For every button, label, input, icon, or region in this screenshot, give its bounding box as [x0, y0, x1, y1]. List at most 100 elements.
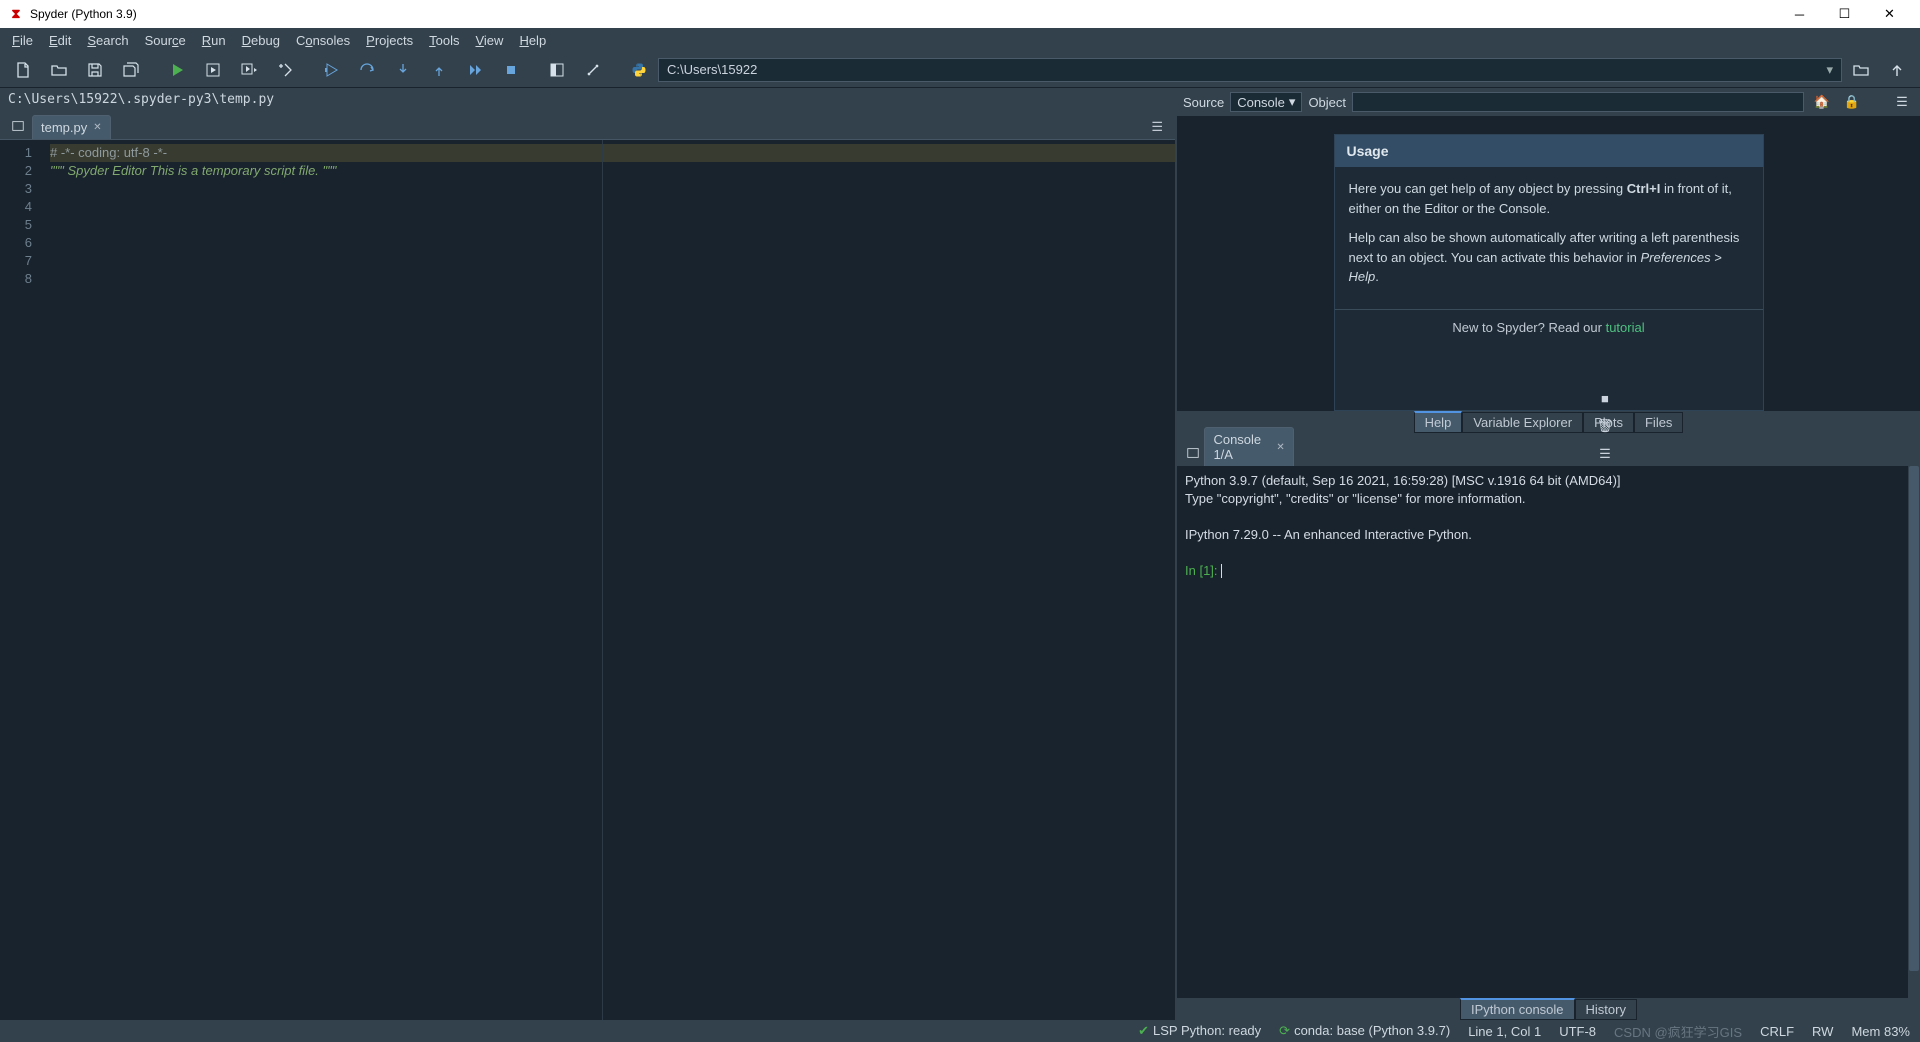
menu-debug[interactable]: Debug: [234, 31, 288, 50]
help-body: Usage Here you can get help of any objec…: [1177, 116, 1920, 411]
debug-step-over-button[interactable]: [350, 56, 384, 84]
status-mem: Mem 83%: [1851, 1024, 1910, 1039]
menu-view[interactable]: View: [467, 31, 511, 50]
close-console-icon[interactable]: ✕: [1276, 442, 1284, 453]
tab-ipython-console[interactable]: IPython console: [1460, 998, 1575, 1020]
editor-tab-temp[interactable]: temp.py ✕: [32, 115, 111, 139]
window-title: Spyder (Python 3.9): [30, 7, 1777, 21]
chevron-down-icon: ▾: [1820, 62, 1833, 78]
debug-step-out-button[interactable]: [422, 56, 456, 84]
remove-console-button[interactable]: 🗑: [1592, 414, 1618, 438]
help-source-label: Source: [1183, 95, 1224, 110]
menu-tools[interactable]: Tools: [421, 31, 467, 50]
console-tab-label: Console 1/A: [1213, 432, 1270, 462]
debug-button[interactable]: [314, 56, 348, 84]
maximize-pane-button[interactable]: [540, 56, 574, 84]
help-source-select[interactable]: Console ▾: [1230, 92, 1302, 112]
working-directory-input[interactable]: C:\Users\15922 ▾: [658, 58, 1842, 82]
code-line-5: This is a temporary script file.: [150, 163, 319, 178]
console-tabs: Console 1/A ✕ ■ 🗑 ☰: [1177, 436, 1920, 466]
window-titlebar: ⧗ Spyder (Python 3.9) ─ ☐ ✕: [0, 0, 1920, 28]
working-directory-text: C:\Users\15922: [667, 62, 757, 77]
lock-icon[interactable]: 🔒: [1840, 91, 1864, 113]
usage-box: Usage Here you can get help of any objec…: [1334, 134, 1764, 411]
menu-consoles[interactable]: Consoles: [288, 31, 358, 50]
code-area[interactable]: # -*- coding: utf-8 -*- """ Spyder Edito…: [42, 140, 1175, 1020]
status-bar: ✔LSP Python: ready ⟳conda: base (Python …: [0, 1020, 1920, 1042]
tutorial-link[interactable]: tutorial: [1606, 320, 1645, 335]
help-options-icon[interactable]: ☰: [1890, 91, 1914, 113]
usage-p2: Help can also be shown automatically aft…: [1349, 228, 1749, 287]
run-cell-button[interactable]: [196, 56, 230, 84]
editor-tabs: temp.py ✕ ☰: [0, 110, 1175, 140]
editor-options-icon[interactable]: ☰: [1143, 115, 1171, 139]
help-object-label: Object: [1308, 95, 1346, 110]
run-selection-button[interactable]: [268, 56, 302, 84]
status-lsp: ✔LSP Python: ready: [1138, 1023, 1261, 1039]
menu-projects[interactable]: Projects: [358, 31, 421, 50]
preferences-button[interactable]: [576, 56, 610, 84]
console-prompt: In [1]:: [1185, 563, 1221, 578]
usage-title: Usage: [1335, 135, 1763, 167]
lower-pane-tabs: IPython console History: [1177, 998, 1920, 1020]
ipython-console[interactable]: Python 3.9.7 (default, Sep 16 2021, 16:5…: [1177, 466, 1920, 998]
debug-step-into-button[interactable]: [386, 56, 420, 84]
line-gutter: 12345678: [0, 140, 42, 1020]
close-tab-icon[interactable]: ✕: [93, 122, 101, 133]
status-conda: ⟳conda: base (Python 3.9.7): [1279, 1023, 1450, 1039]
browse-consoles-icon[interactable]: [1181, 440, 1204, 466]
menu-run[interactable]: Run: [194, 31, 234, 50]
status-encoding: UTF-8: [1559, 1024, 1596, 1039]
python-path-icon[interactable]: [622, 56, 656, 84]
minimize-button[interactable]: ─: [1777, 0, 1822, 28]
code-editor[interactable]: 12345678 # -*- coding: utf-8 -*- """ Spy…: [0, 140, 1175, 1020]
spyder-logo-icon: ⧗: [8, 6, 24, 22]
debug-stop-button[interactable]: [494, 56, 528, 84]
status-cursor: Line 1, Col 1: [1468, 1024, 1541, 1039]
status-eol: CRLF: [1760, 1024, 1794, 1039]
open-file-button[interactable]: [42, 56, 76, 84]
console-tab-1a[interactable]: Console 1/A ✕: [1204, 427, 1293, 466]
tab-history[interactable]: History: [1575, 999, 1637, 1020]
browse-tabs-icon[interactable]: [4, 113, 32, 139]
new-file-button[interactable]: [6, 56, 40, 84]
console-options-icon[interactable]: ☰: [1592, 442, 1618, 466]
status-rw: RW: [1812, 1024, 1833, 1039]
debug-continue-button[interactable]: [458, 56, 492, 84]
code-line-3: Spyder Editor: [67, 163, 146, 178]
run-button[interactable]: [160, 56, 194, 84]
chevron-down-icon: ▾: [1289, 94, 1296, 110]
usage-footer: New to Spyder? Read our tutorial: [1335, 309, 1763, 345]
watermark: CSDN @疯狂学习GIS: [1614, 1022, 1742, 1041]
vertical-ruler: [602, 140, 603, 1020]
save-button[interactable]: [78, 56, 112, 84]
help-toolbar: Source Console ▾ Object 🏠 🔒 ☰: [1177, 88, 1920, 116]
console-line-2: Type "copyright", "credits" or "license"…: [1185, 490, 1912, 508]
editor-tab-label: temp.py: [41, 120, 87, 135]
code-line-1: # -*- coding: utf-8 -*-: [50, 145, 167, 160]
help-object-input[interactable]: [1352, 92, 1804, 112]
maximize-button[interactable]: ☐: [1822, 0, 1867, 28]
console-line-3: IPython 7.29.0 -- An enhanced Interactiv…: [1185, 526, 1912, 544]
parent-dir-button[interactable]: [1880, 56, 1914, 84]
menu-search[interactable]: Search: [79, 31, 136, 50]
main-toolbar: C:\Users\15922 ▾: [0, 52, 1920, 88]
code-line-6: """: [323, 163, 337, 178]
menu-source[interactable]: Source: [137, 31, 194, 50]
save-all-button[interactable]: [114, 56, 148, 84]
help-source-value: Console: [1237, 95, 1285, 110]
menubar: File Edit Search Source Run Debug Consol…: [0, 28, 1920, 52]
usage-p1: Here you can get help of any object by p…: [1349, 179, 1749, 218]
home-icon[interactable]: 🏠: [1810, 91, 1834, 113]
menu-file[interactable]: File: [4, 31, 41, 50]
console-line-1: Python 3.9.7 (default, Sep 16 2021, 16:5…: [1185, 472, 1912, 490]
browse-dir-button[interactable]: [1844, 56, 1878, 84]
interrupt-kernel-button[interactable]: ■: [1592, 386, 1618, 410]
menu-edit[interactable]: Edit: [41, 31, 79, 50]
console-scrollbar[interactable]: [1908, 466, 1920, 998]
scrollbar-thumb[interactable]: [1909, 466, 1919, 971]
close-button[interactable]: ✕: [1867, 0, 1912, 28]
run-cell-advance-button[interactable]: [232, 56, 266, 84]
menu-help[interactable]: Help: [511, 31, 554, 50]
code-line-2: """: [50, 163, 64, 178]
